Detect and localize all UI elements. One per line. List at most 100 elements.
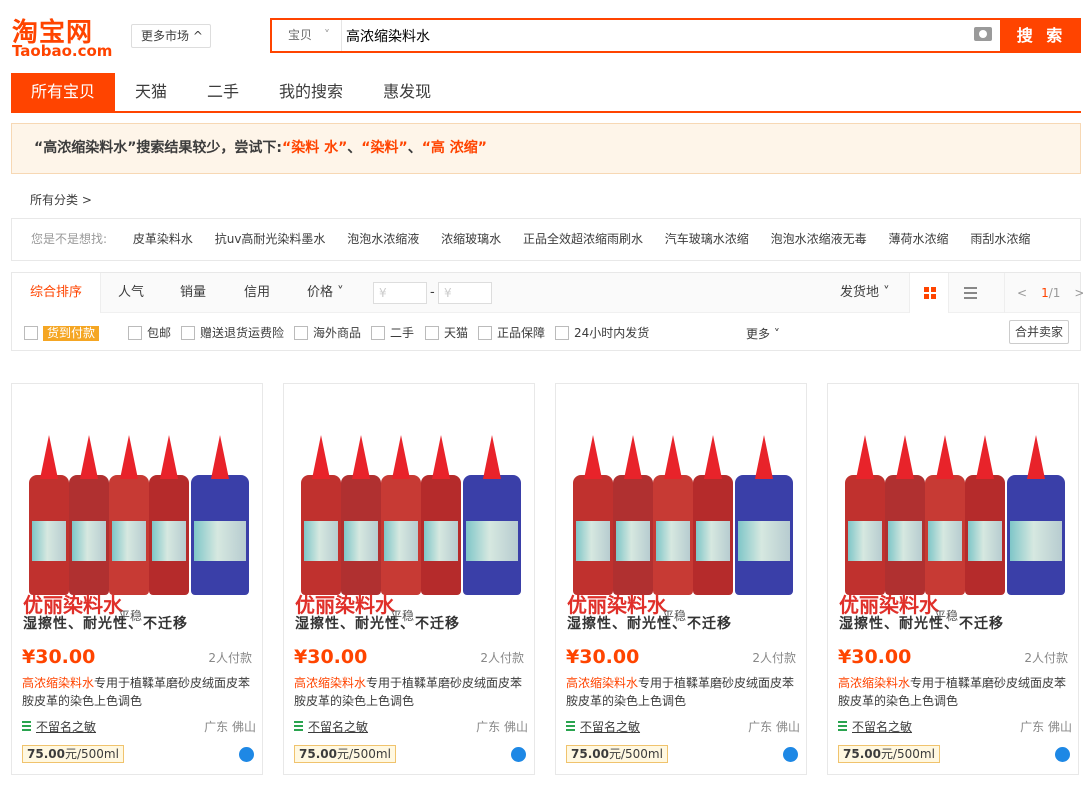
product-card[interactable]: 优丽染料水 平稳 湿擦性、耐光性、不迁移 ¥30.00 2人付款 高浓缩染料水专…	[283, 383, 535, 775]
wangwang-chat-icon[interactable]	[783, 747, 798, 762]
tab-all-items[interactable]: 所有宝贝	[11, 73, 116, 111]
product-title[interactable]: 高浓缩染料水专用于植鞣革磨砂皮绒面皮苯胺皮革的染色上色调色	[294, 674, 528, 710]
suggest-keyword[interactable]: 泡泡水浓缩液无毒	[771, 232, 867, 246]
all-categories-link[interactable]: 所有分类 >	[30, 191, 92, 208]
sold-count: 2人付款	[480, 651, 524, 665]
shop-link[interactable]: 不留名之敏	[838, 718, 912, 735]
suggest-keyword[interactable]: 汽车玻璃水浓缩	[665, 232, 749, 246]
bottle-shape	[149, 435, 189, 595]
shop-name: 不留名之敏	[580, 720, 641, 734]
more-filters-button[interactable]: 更多 ˅	[746, 325, 780, 342]
tab-discover[interactable]: 惠发现	[363, 73, 451, 111]
product-price: ¥30.00	[22, 646, 96, 668]
bottle-shape	[653, 435, 693, 595]
wangwang-chat-icon[interactable]	[511, 747, 526, 762]
suggest-keyword[interactable]: 薄荷水浓缩	[888, 232, 948, 246]
location: 广东 佛山	[476, 720, 528, 734]
shop-icon	[838, 721, 847, 731]
title-highlight: 高浓缩染料水	[294, 676, 367, 690]
next-page-button[interactable]: >	[1074, 286, 1083, 300]
unit-price-badge: 75.00元/500ml	[838, 745, 940, 763]
price-min-input[interactable]: ¥	[373, 282, 427, 304]
shop-link[interactable]: 不留名之敏	[294, 718, 368, 735]
sort-default[interactable]: 综合排序	[12, 273, 102, 313]
sort-filter-panel: 综合排序 人气 销量 信用 价格 ˅ ¥ - ¥ 发货地 ˅ <1/1 > 货到付…	[11, 272, 1083, 351]
product-title[interactable]: 高浓缩染料水专用于植鞣革磨砂皮绒面皮苯胺皮革的染色上色调色	[22, 674, 256, 710]
filter-overseas[interactable]: 海外商品	[294, 326, 361, 340]
product-image[interactable]: 优丽染料水 平稳 湿擦性、耐光性、不迁移	[285, 385, 533, 633]
unit-price-value: 75.00	[299, 747, 337, 761]
current-page: 1	[1041, 286, 1049, 300]
product-image[interactable]: 优丽染料水 平稳 湿擦性、耐光性、不迁移	[13, 385, 261, 633]
notice-separator: 、	[407, 140, 422, 156]
did-you-mean-label: 您是不是想找:	[31, 232, 108, 246]
filter-row: 货到付款 包邮 赠送退货运费险 海外商品 二手 天猫 正品保障 24小时内发货 …	[12, 314, 1080, 351]
more-markets-button[interactable]: 更多市场 ^	[131, 24, 211, 48]
sort-popularity[interactable]: 人气	[118, 273, 144, 313]
bottle-shape	[613, 435, 653, 595]
bottle-shape	[693, 435, 733, 595]
sort-price[interactable]: 价格 ˅	[307, 273, 344, 313]
grid-view-button[interactable]	[909, 273, 949, 313]
product-image[interactable]: 优丽染料水 平稳 湿擦性、耐光性、不迁移	[557, 385, 805, 633]
search-category-select[interactable]: 宝贝 ˅	[272, 20, 342, 51]
list-view-button[interactable]	[950, 273, 990, 313]
unit-price-unit: 元/500ml	[336, 747, 391, 761]
filter-free-shipping[interactable]: 包邮	[128, 326, 171, 340]
wangwang-chat-icon[interactable]	[1055, 747, 1070, 762]
shop-icon	[294, 721, 303, 731]
suggestion-link-3[interactable]: “高 浓缩”	[422, 140, 487, 156]
product-card[interactable]: 优丽染料水 平稳 湿擦性、耐光性、不迁移 ¥30.00 2人付款 高浓缩染料水专…	[827, 383, 1079, 775]
suggest-keyword[interactable]: 泡泡水浓缩液	[347, 232, 419, 246]
shop-name: 不留名之敏	[308, 720, 369, 734]
wangwang-chat-icon[interactable]	[239, 747, 254, 762]
price-max-input[interactable]: ¥	[438, 282, 492, 304]
suggest-keyword[interactable]: 正品全效超浓缩雨刷水	[523, 232, 643, 246]
filter-cod-checkbox[interactable]: 货到付款	[24, 326, 100, 341]
merge-sellers-button[interactable]: 合并卖家	[1009, 320, 1069, 344]
suggestion-link-1[interactable]: “染料 水”	[282, 140, 347, 156]
filter-24h-ship[interactable]: 24小时内发货	[555, 326, 649, 340]
bottle-shape	[29, 435, 69, 595]
tab-second-hand[interactable]: 二手	[187, 73, 259, 111]
unit-price-unit: 元/500ml	[64, 747, 119, 761]
search-box: 宝贝 ˅	[270, 18, 1002, 53]
suggest-keyword[interactable]: 雨刮水浓缩	[970, 232, 1030, 246]
unit-price-badge: 75.00元/500ml	[22, 745, 124, 763]
taobao-logo-en[interactable]: Taobao.com	[12, 42, 112, 60]
filter-genuine[interactable]: 正品保障	[478, 326, 545, 340]
product-price: ¥30.00	[566, 646, 640, 668]
shop-icon	[22, 721, 31, 731]
search-input[interactable]	[346, 20, 966, 51]
suggestion-link-2[interactable]: “染料”	[361, 140, 407, 156]
price-range-dash: -	[430, 285, 435, 300]
bottle-shape	[735, 435, 793, 595]
shop-link[interactable]: 不留名之敏	[22, 718, 96, 735]
bottle-shape	[191, 435, 249, 595]
product-image[interactable]: 优丽染料水 平稳 湿擦性、耐光性、不迁移	[829, 385, 1077, 633]
shop-name: 不留名之敏	[852, 720, 913, 734]
filter-return-insurance[interactable]: 赠送退货运费险	[181, 326, 284, 340]
filter-second-hand[interactable]: 二手	[371, 326, 414, 340]
shop-link[interactable]: 不留名之敏	[566, 718, 640, 735]
product-title[interactable]: 高浓缩染料水专用于植鞣革磨砂皮绒面皮苯胺皮革的染色上色调色	[566, 674, 800, 710]
suggest-keyword[interactable]: 皮革染料水	[133, 232, 193, 246]
prev-page-button[interactable]: <	[1017, 286, 1027, 300]
tab-my-search[interactable]: 我的搜索	[259, 73, 363, 111]
ship-from-select[interactable]: 发货地 ˅	[840, 273, 890, 313]
product-title[interactable]: 高浓缩染料水专用于植鞣革磨砂皮绒面皮苯胺皮革的染色上色调色	[838, 674, 1072, 710]
product-card[interactable]: 优丽染料水 平稳 湿擦性、耐光性、不迁移 ¥30.00 2人付款 高浓缩染料水专…	[11, 383, 263, 775]
tab-tmall[interactable]: 天猫	[115, 73, 187, 111]
search-button[interactable]: 搜 索	[1002, 18, 1081, 53]
sort-credit[interactable]: 信用	[244, 273, 270, 313]
suggest-keyword[interactable]: 浓缩玻璃水	[441, 232, 501, 246]
bottle-shape	[965, 435, 1005, 595]
filter-tmall[interactable]: 天猫	[425, 326, 468, 340]
suggest-keyword[interactable]: 抗uv高耐光染料墨水	[215, 232, 326, 246]
sort-sales[interactable]: 销量	[180, 273, 206, 313]
product-card[interactable]: 优丽染料水 平稳 湿擦性、耐光性、不迁移 ¥30.00 2人付款 高浓缩染料水专…	[555, 383, 807, 775]
bottle-shape	[301, 435, 341, 595]
sold-count: 2人付款	[208, 651, 252, 665]
camera-icon[interactable]	[974, 27, 992, 41]
search-category-label: 宝贝	[288, 28, 313, 42]
